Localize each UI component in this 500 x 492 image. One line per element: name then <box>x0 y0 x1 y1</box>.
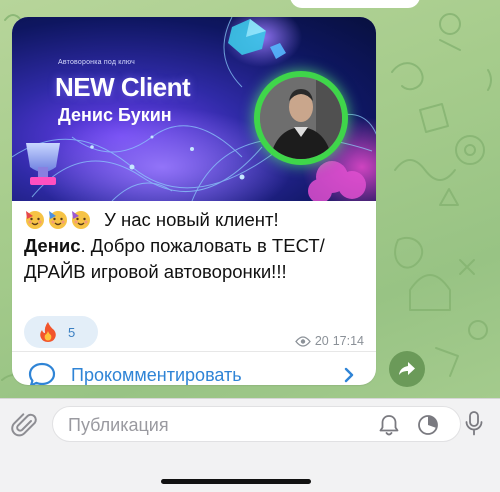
reaction-fire-chip[interactable]: 5 <box>24 316 98 348</box>
publication-input[interactable]: Публикация <box>52 406 461 442</box>
message-line-2: . Добро пожаловать в ТЕСТ/ <box>80 235 325 256</box>
input-placeholder: Публикация <box>68 415 169 435</box>
timer-icon[interactable] <box>416 413 440 437</box>
banner-brand-title: NEW Client <box>55 72 191 102</box>
message-line-3: ДРАЙВ игровой автоворонки!!! <box>24 261 287 282</box>
chevron-right-icon <box>344 367 354 383</box>
post-time: 17:14 <box>332 334 364 348</box>
paperclip-icon[interactable] <box>11 412 39 440</box>
view-count: 20 <box>314 334 329 348</box>
reaction-count: 5 <box>68 324 76 340</box>
emoji-group <box>24 209 98 230</box>
home-indicator <box>161 479 311 484</box>
post-meta: 20 17:14 <box>294 334 364 348</box>
message-bold-name: Денис <box>24 235 81 256</box>
share-arrow-icon <box>399 362 415 375</box>
person-silhouette-icon <box>260 77 342 159</box>
previous-message-bubble <box>290 0 420 8</box>
post-message-text: У нас новый клиент! Денис. Добро пожалов… <box>24 207 374 285</box>
share-button[interactable] <box>389 351 425 387</box>
microphone-icon[interactable] <box>464 410 484 438</box>
message-line-1: У нас новый клиент! <box>104 209 279 230</box>
banner-small-title: Автоворонка под ключ <box>58 59 136 66</box>
partying-face-icon <box>49 211 67 229</box>
comment-bubble-icon <box>28 362 56 385</box>
bell-icon[interactable] <box>378 413 400 437</box>
channel-post-bubble: Автоворонка под ключ NEW Client Денис Бу… <box>12 17 376 385</box>
client-photo-avatar <box>260 77 342 159</box>
post-banner-image[interactable]: Автоворонка под ключ NEW Client Денис Бу… <box>12 17 376 201</box>
eye-icon <box>294 335 311 347</box>
comment-label: Прокомментировать <box>71 365 242 385</box>
message-composer: Публикация <box>0 398 500 492</box>
comment-button[interactable]: Прокомментировать <box>12 352 376 385</box>
partying-face-icon <box>26 211 44 229</box>
partying-face-icon <box>72 211 90 229</box>
banner-person-name: Денис Букин <box>58 105 172 125</box>
fire-icon <box>40 322 56 342</box>
